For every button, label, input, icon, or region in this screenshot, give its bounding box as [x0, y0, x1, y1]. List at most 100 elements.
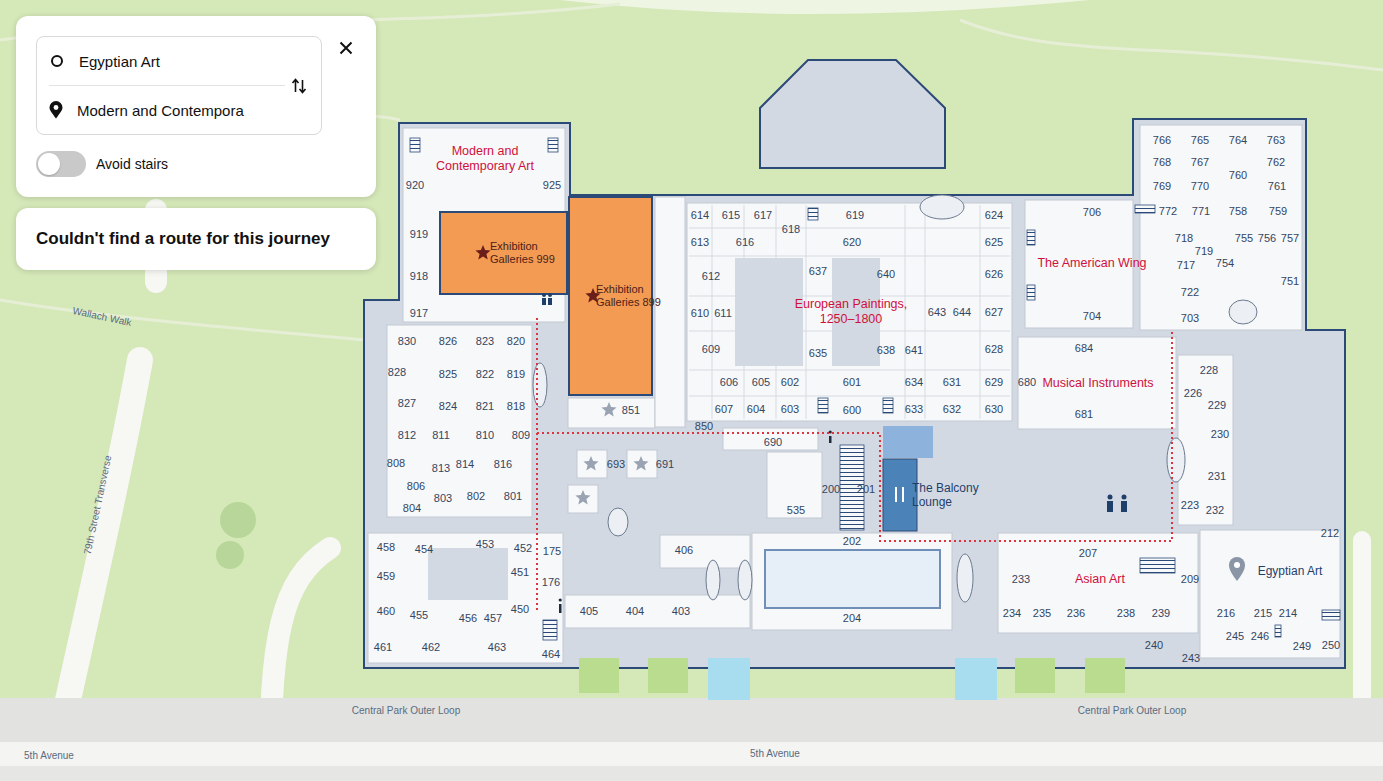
room-number[interactable]: 250 — [1322, 639, 1340, 651]
room-number[interactable]: 804 — [403, 502, 421, 514]
room-number[interactable]: 826 — [439, 335, 457, 347]
room-number[interactable]: 758 — [1229, 205, 1247, 217]
room-number[interactable]: 214 — [1279, 607, 1297, 619]
balcony-lounge[interactable] — [883, 459, 917, 531]
room-number[interactable]: 626 — [985, 268, 1003, 280]
exhibition-label[interactable]: Exhibition Galleries 899 — [596, 283, 676, 309]
room-number[interactable]: 201 — [857, 483, 875, 495]
room-number[interactable]: 238 — [1117, 607, 1135, 619]
room-number[interactable]: 457 — [484, 612, 502, 624]
room-number[interactable]: 616 — [736, 236, 754, 248]
room-number[interactable]: 813 — [432, 462, 450, 474]
exhibition-label[interactable]: Exhibition Galleries 999 — [490, 240, 570, 266]
room-number[interactable]: 243 — [1182, 652, 1200, 664]
room-number[interactable]: 610 — [691, 307, 709, 319]
room-number[interactable]: 613 — [691, 236, 709, 248]
room-number[interactable]: 768 — [1153, 156, 1171, 168]
room-number[interactable]: 609 — [702, 343, 720, 355]
room-number[interactable]: 456 — [459, 612, 477, 624]
room-number[interactable]: 812 — [398, 429, 416, 441]
room-number[interactable]: 232 — [1206, 504, 1224, 516]
room-number[interactable]: 808 — [387, 457, 405, 469]
department-label[interactable]: Asian Art — [1075, 572, 1125, 587]
room-number[interactable]: 821 — [476, 400, 494, 412]
room-number[interactable]: 823 — [476, 335, 494, 347]
room-number[interactable]: 756 — [1258, 232, 1276, 244]
room-number[interactable]: 761 — [1268, 180, 1286, 192]
room-number[interactable]: 245 — [1226, 630, 1244, 642]
room-number[interactable]: 230 — [1211, 428, 1229, 440]
room-number[interactable]: 614 — [691, 209, 709, 221]
room-number[interactable]: 717 — [1177, 259, 1195, 271]
room-number[interactable]: 236 — [1067, 607, 1085, 619]
room-number[interactable]: 706 — [1083, 206, 1101, 218]
room-number[interactable]: 801 — [504, 490, 522, 502]
room-number[interactable]: 405 — [580, 605, 598, 617]
room-number[interactable]: 450 — [511, 603, 529, 615]
room-number[interactable]: 625 — [985, 236, 1003, 248]
room-number[interactable]: 176 — [542, 576, 560, 588]
room-number[interactable]: 215 — [1254, 607, 1272, 619]
close-button[interactable] — [334, 36, 358, 60]
room-number[interactable]: 631 — [943, 376, 961, 388]
room-number[interactable]: 803 — [434, 492, 452, 504]
room-number[interactable]: 693 — [607, 458, 625, 470]
room-number[interactable]: 249 — [1293, 640, 1311, 652]
room-number[interactable]: 462 — [422, 641, 440, 653]
room-number[interactable]: 460 — [377, 605, 395, 617]
location-pin-icon[interactable] — [1229, 557, 1245, 581]
room-number[interactable]: 822 — [476, 368, 494, 380]
room-number[interactable]: 643 — [928, 306, 946, 318]
room-number[interactable]: 763 — [1267, 134, 1285, 146]
room-number[interactable]: 718 — [1175, 232, 1193, 244]
room-number[interactable]: 615 — [722, 209, 740, 221]
room-number[interactable]: 246 — [1251, 630, 1269, 642]
room-number[interactable]: 830 — [398, 335, 416, 347]
room-number[interactable]: 771 — [1192, 205, 1210, 217]
room-number[interactable]: 459 — [377, 570, 395, 582]
room-number[interactable]: 235 — [1033, 607, 1051, 619]
room-number[interactable]: 820 — [507, 335, 525, 347]
department-label[interactable]: European Paintings, 1250–1800 — [781, 297, 921, 327]
room-number[interactable]: 684 — [1075, 342, 1093, 354]
room-number[interactable]: 226 — [1184, 387, 1202, 399]
room-number[interactable]: 704 — [1083, 310, 1101, 322]
room-number[interactable]: 617 — [754, 209, 772, 221]
room-number[interactable]: 703 — [1181, 312, 1199, 324]
room-number[interactable]: 755 — [1235, 232, 1253, 244]
department-label[interactable]: Musical Instruments — [1042, 376, 1153, 391]
room-number[interactable]: 766 — [1153, 134, 1171, 146]
room-number[interactable]: 754 — [1216, 257, 1234, 269]
room-number[interactable]: 223 — [1181, 499, 1199, 511]
room-number[interactable]: 605 — [752, 376, 770, 388]
room-number[interactable]: 463 — [488, 641, 506, 653]
room-number[interactable]: 767 — [1191, 156, 1209, 168]
room-number[interactable]: 681 — [1075, 408, 1093, 420]
room-number[interactable]: 233 — [1012, 573, 1030, 585]
avoid-stairs-toggle[interactable] — [36, 151, 86, 177]
room-number[interactable]: 919 — [410, 228, 428, 240]
room-number[interactable]: 406 — [675, 544, 693, 556]
room-number[interactable]: 618 — [782, 223, 800, 235]
room-number[interactable]: 851 — [622, 404, 640, 416]
room-number[interactable]: 607 — [715, 403, 733, 415]
room-number[interactable]: 850 — [695, 420, 713, 432]
room-number[interactable]: 202 — [843, 535, 861, 547]
room-number[interactable]: 620 — [843, 236, 861, 248]
room-number[interactable]: 644 — [953, 306, 971, 318]
room-number[interactable]: 769 — [1153, 180, 1171, 192]
origin-field[interactable]: Egyptian Art — [49, 37, 285, 85]
room-number[interactable]: 606 — [720, 376, 738, 388]
room-number[interactable]: 680 — [1018, 376, 1036, 388]
venue-label[interactable]: Egyptian Art — [1258, 564, 1323, 578]
room-number[interactable]: 828 — [388, 366, 406, 378]
room-number[interactable]: 630 — [985, 403, 1003, 415]
room-number[interactable]: 759 — [1269, 205, 1287, 217]
room-number[interactable]: 802 — [467, 490, 485, 502]
room-number[interactable]: 204 — [843, 612, 861, 624]
room-number[interactable]: 239 — [1152, 607, 1170, 619]
room-number[interactable]: 627 — [985, 306, 1003, 318]
room-number[interactable]: 824 — [439, 400, 457, 412]
room-number[interactable]: 604 — [747, 403, 765, 415]
room-number[interactable]: 231 — [1208, 470, 1226, 482]
